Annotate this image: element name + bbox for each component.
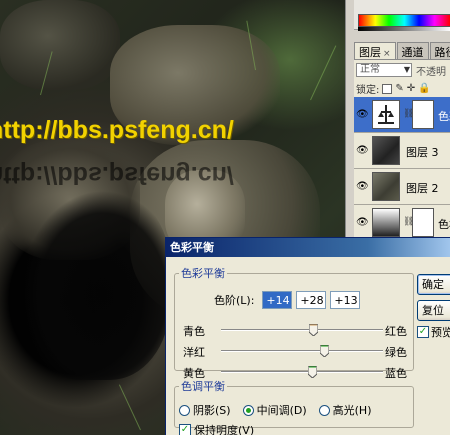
layer-name: 色彩 — [438, 110, 450, 123]
radio-label: 高光(H) — [332, 404, 372, 417]
layer-name: 色相 — [438, 218, 450, 231]
layer-thumbnail — [372, 172, 400, 201]
yellow-blue-level-input[interactable] — [330, 291, 361, 309]
layer-row[interactable]: 👁 ⛓ 色相 — [354, 205, 450, 241]
slider-left-label: 洋红 — [183, 346, 205, 359]
palette-tabs: 图层× 通道 路径 — [354, 42, 450, 59]
color-balance-group: 色彩平衡 色阶(L): 青色 红色 洋红 绿色 黄色 蓝色 — [174, 265, 414, 380]
close-icon[interactable]: × — [383, 49, 391, 59]
lock-transparency-checkbox[interactable] — [382, 83, 393, 94]
reset-button[interactable]: 复位 — [417, 300, 450, 321]
radio-circle[interactable] — [179, 404, 190, 416]
color-balance-dialog: 色彩平衡 色彩平衡 色阶(L): 青色 红色 洋红 绿色 黄色 — [165, 237, 450, 435]
tab-paths[interactable]: 路径 — [429, 42, 450, 59]
preview-checkbox[interactable]: ✓ — [417, 326, 429, 338]
grass-blade — [118, 384, 141, 431]
eye-icon[interactable]: 👁 — [356, 145, 369, 156]
slider-right-label: 红色 — [385, 325, 407, 338]
shadows-radio[interactable]: 阴影(S) — [179, 402, 231, 418]
magenta-green-level-input[interactable] — [296, 291, 327, 309]
adjustment-thumbnail — [372, 208, 400, 237]
layer-list: 👁 ⛓ 色彩 👁 图层 3 👁 图层 2 👁 ⛓ 色相 — [354, 97, 450, 241]
watermark-reflection: http://bbs.psfeng.cn/ — [0, 161, 234, 189]
slider-left-label: 青色 — [183, 325, 205, 338]
layer-thumbnail — [372, 136, 400, 165]
watermark-text: http://bbs.psfeng.cn/ — [0, 116, 234, 144]
layer-name: 图层 2 — [406, 182, 439, 195]
balance-icon — [378, 105, 394, 124]
levels-label: 色阶(L): — [214, 294, 255, 307]
move-icon[interactable]: ✛ — [407, 83, 415, 94]
checkbox-label: 保持明度(V) — [194, 424, 255, 435]
preserve-luminosity-checkbox[interactable]: ✓ — [179, 424, 191, 435]
slider-thumb[interactable] — [308, 324, 318, 336]
rock-texture — [0, 0, 120, 90]
layer-row[interactable]: 👁 图层 3 — [354, 133, 450, 169]
eye-icon[interactable]: 👁 — [356, 217, 369, 228]
preview-label: 预览(P) — [431, 326, 450, 339]
ok-button[interactable]: 确定 — [417, 274, 450, 295]
levels-row: 色阶(L): — [214, 291, 361, 309]
tab-label: 通道 — [401, 46, 424, 59]
highlights-radio[interactable]: 高光(H) — [318, 402, 372, 418]
layer-name: 图层 3 — [406, 146, 439, 159]
opacity-label: 不透明 — [416, 67, 446, 78]
group-legend: 色彩平衡 — [181, 267, 225, 280]
layer-mask-thumbnail — [412, 208, 434, 237]
layer-row[interactable]: 👁 图层 2 — [354, 169, 450, 205]
grass-blade — [310, 45, 337, 101]
blend-mode-select[interactable]: 正常 ▼ — [356, 63, 412, 77]
layer-row[interactable]: 👁 ⛓ 色彩 — [354, 97, 450, 133]
preserve-luminosity-row[interactable]: ✓ 保持明度(V) — [179, 422, 254, 435]
lock-row: 锁定: ✎ ✛ 🔒 — [356, 81, 431, 96]
slider-thumb[interactable] — [308, 366, 318, 378]
slider-thumb[interactable] — [320, 345, 330, 357]
color-spectrum-bar[interactable] — [358, 14, 450, 27]
midtones-radio[interactable]: 中间调(D) — [242, 402, 307, 418]
eye-icon[interactable]: 👁 — [356, 181, 369, 192]
tab-channels[interactable]: 通道 — [396, 42, 429, 59]
tab-layers[interactable]: 图层 × — [354, 42, 396, 59]
slider-track[interactable] — [221, 345, 383, 357]
tone-balance-group: 色调平衡 阴影(S) 中间调(D) 高光(H) ✓ 保持明度(V) — [174, 378, 414, 435]
chevron-down-icon: ▼ — [403, 65, 410, 74]
magenta-green-slider-row: 洋红 绿色 — [179, 344, 411, 359]
adjustment-thumbnail — [372, 100, 400, 129]
lock-icon[interactable]: 🔒 — [418, 83, 430, 94]
radio-circle[interactable] — [242, 404, 254, 416]
tab-label: 图层 — [359, 46, 381, 59]
tone-radio-row: 阴影(S) 中间调(D) 高光(H) — [179, 402, 372, 418]
radio-label: 阴影(S) — [193, 404, 231, 417]
slider-right-label: 绿色 — [385, 346, 407, 359]
layer-toolbar: 正常 ▼ 不透明 锁定: ✎ ✛ 🔒 — [354, 59, 450, 97]
lock-label: 锁定: — [356, 85, 380, 96]
eye-icon[interactable]: 👁 — [356, 109, 369, 120]
cyan-red-slider-row: 青色 红色 — [179, 323, 411, 338]
brush-icon[interactable]: ✎ — [395, 83, 403, 94]
yellow-blue-slider-row: 黄色 蓝色 — [179, 365, 411, 380]
slider-track[interactable] — [221, 366, 383, 378]
rock-texture — [20, 190, 170, 380]
radio-label: 中间调(D) — [256, 404, 307, 417]
layer-mask-thumbnail — [412, 100, 434, 129]
preview-checkbox-row[interactable]: ✓ 预览(P) — [417, 324, 450, 340]
grayscale-bar[interactable] — [358, 27, 450, 31]
blend-mode-value: 正常 — [360, 64, 380, 75]
radio-circle[interactable] — [318, 404, 330, 416]
cyan-red-level-input[interactable] — [262, 291, 293, 309]
dialog-title[interactable]: 色彩平衡 — [166, 238, 450, 257]
tab-label: 路径 — [434, 46, 450, 59]
slider-track[interactable] — [221, 324, 383, 336]
group-legend: 色调平衡 — [181, 380, 225, 393]
